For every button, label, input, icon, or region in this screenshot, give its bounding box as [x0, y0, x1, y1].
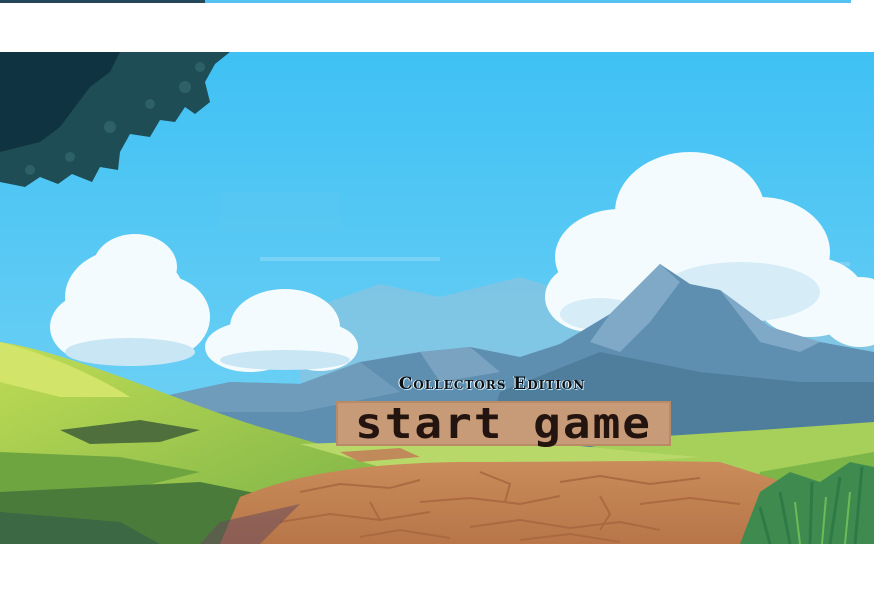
- start-game-label: start game: [355, 398, 652, 448]
- start-game-button[interactable]: start game: [336, 401, 671, 446]
- edition-subtitle: Collectors Edition: [398, 374, 586, 394]
- game-scene: Collectors Edition start game: [0, 52, 874, 544]
- top-strip-dark: [0, 0, 205, 3]
- background-landscape: [0, 52, 874, 544]
